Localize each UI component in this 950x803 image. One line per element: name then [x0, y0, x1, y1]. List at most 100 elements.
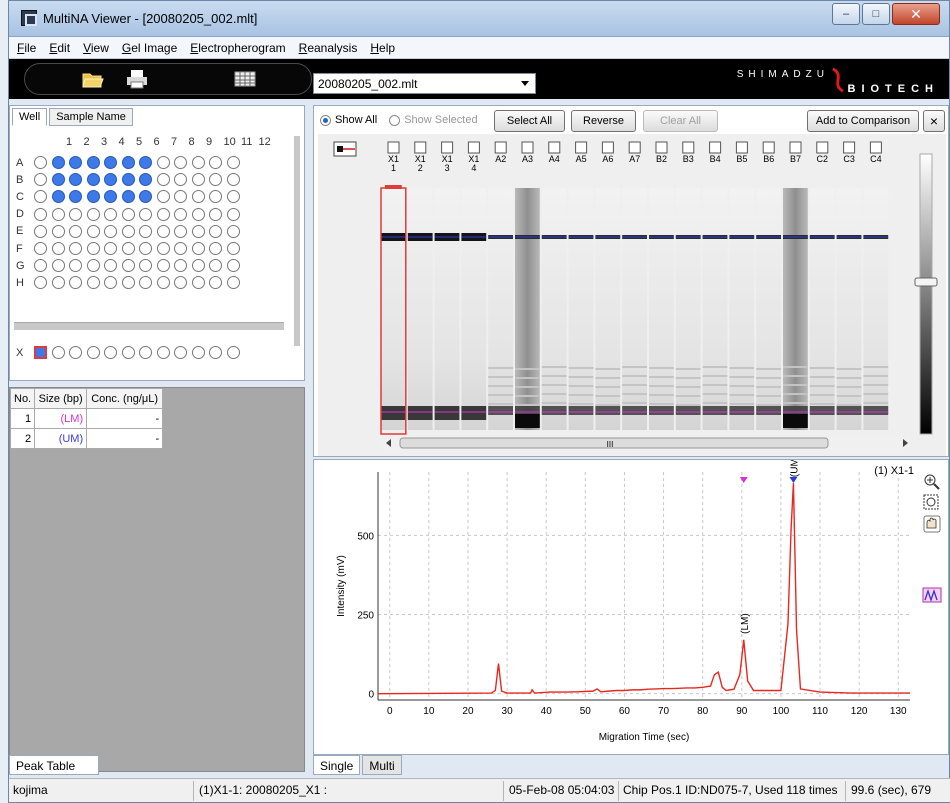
- well-h1[interactable]: [34, 276, 47, 290]
- well-e3[interactable]: [69, 224, 82, 238]
- reverse-button[interactable]: Reverse: [571, 110, 636, 132]
- well-b8[interactable]: [156, 173, 170, 187]
- well-h12[interactable]: [226, 276, 240, 290]
- well-x3[interactable]: [69, 346, 82, 359]
- well-x5[interactable]: [104, 346, 117, 359]
- close-button[interactable]: ✕: [892, 3, 940, 25]
- well-g10[interactable]: [191, 259, 205, 273]
- lane-marker-icon[interactable]: [333, 141, 357, 157]
- well-c7[interactable]: [139, 190, 152, 204]
- well-b12[interactable]: [226, 173, 240, 187]
- well-a2[interactable]: [51, 156, 65, 169]
- well-e8[interactable]: [156, 224, 170, 238]
- well-f12[interactable]: [226, 242, 240, 255]
- well-d9[interactable]: [174, 207, 187, 221]
- file-select[interactable]: 20080205_002.mlt: [313, 73, 536, 94]
- well-b6[interactable]: [121, 173, 135, 187]
- well-f5[interactable]: [104, 242, 117, 255]
- hand-pan-icon[interactable]: [923, 515, 941, 533]
- contrast-slider[interactable]: [914, 153, 938, 435]
- well-d11[interactable]: [209, 207, 222, 221]
- tab-single[interactable]: Single: [313, 755, 361, 775]
- well-e9[interactable]: [174, 224, 187, 238]
- tab-well[interactable]: Well: [12, 108, 48, 126]
- peak-col-no[interactable]: No.: [9, 388, 36, 409]
- well-e2[interactable]: [51, 224, 65, 238]
- well-a7[interactable]: [139, 156, 152, 169]
- well-g1[interactable]: [34, 259, 47, 273]
- maximize-button[interactable]: □: [862, 3, 890, 25]
- peak-col-conc[interactable]: Conc. (ng/μL): [86, 388, 164, 409]
- well-g2[interactable]: [51, 259, 65, 273]
- well-a12[interactable]: [226, 156, 240, 169]
- gel-horizontal-scrollbar[interactable]: III: [378, 436, 910, 450]
- well-h2[interactable]: [51, 276, 65, 290]
- well-g3[interactable]: [69, 259, 82, 273]
- well-e12[interactable]: [226, 224, 240, 238]
- well-h10[interactable]: [191, 276, 205, 290]
- well-a4[interactable]: [86, 156, 100, 169]
- gel-lane-a4[interactable]: A4: [541, 141, 567, 430]
- open-folder-icon[interactable]: [82, 69, 104, 89]
- well-d10[interactable]: [191, 207, 205, 221]
- tab-sample-name[interactable]: Sample Name: [49, 108, 133, 126]
- menu-help[interactable]: Help: [370, 41, 395, 55]
- well-c12[interactable]: [226, 190, 240, 204]
- well-x10[interactable]: [191, 346, 205, 359]
- well-x11[interactable]: [209, 346, 222, 359]
- well-a1[interactable]: [34, 156, 47, 169]
- well-b7[interactable]: [139, 173, 152, 187]
- gel-lane-x1-2[interactable]: X12: [407, 141, 433, 430]
- well-c11[interactable]: [209, 190, 222, 204]
- well-c10[interactable]: [191, 190, 205, 204]
- well-f9[interactable]: [174, 242, 187, 255]
- gel-lane-a7[interactable]: A7: [622, 141, 647, 430]
- well-c1[interactable]: [34, 190, 47, 204]
- gel-lane-b7[interactable]: B7: [783, 141, 808, 430]
- well-e5[interactable]: [104, 224, 117, 238]
- well-a9[interactable]: [174, 156, 187, 169]
- well-f2[interactable]: [51, 242, 65, 255]
- gel-lane-c4[interactable]: C4: [863, 141, 889, 430]
- well-e4[interactable]: [86, 224, 100, 238]
- well-c5[interactable]: [104, 190, 117, 204]
- clear-all-button[interactable]: Clear All: [643, 110, 718, 132]
- menu-electropherogram[interactable]: Electropherogram: [190, 41, 285, 55]
- tab-peak-table[interactable]: Peak Table: [9, 755, 99, 775]
- well-g8[interactable]: [156, 259, 170, 273]
- well-c8[interactable]: [156, 190, 170, 204]
- close-gel-button[interactable]: ×: [923, 110, 945, 132]
- peak-display-icon[interactable]: [922, 587, 942, 603]
- well-c2[interactable]: [51, 190, 65, 204]
- gel-lane-x1-4[interactable]: X14: [461, 141, 487, 430]
- gel-image[interactable]: X11X12X13X14A2 A3 A4 A5 A6 A7 B2 B3 B4 B5 B6 B7 C2 C3…: [318, 134, 946, 456]
- zoom-region-icon[interactable]: [923, 494, 939, 510]
- well-x2[interactable]: [51, 346, 65, 359]
- gel-lane-b2[interactable]: B2: [649, 141, 674, 430]
- well-d8[interactable]: [156, 207, 170, 221]
- well-g12[interactable]: [226, 259, 240, 273]
- menu-gel-image[interactable]: Gel Image: [122, 41, 177, 55]
- table-row[interactable]: 1 (LM) -: [9, 408, 164, 429]
- well-g11[interactable]: [209, 259, 222, 273]
- well-c6[interactable]: [121, 190, 135, 204]
- well-a8[interactable]: [156, 156, 170, 169]
- well-x1[interactable]: [34, 346, 47, 359]
- well-c9[interactable]: [174, 190, 187, 204]
- show-selected-radio[interactable]: Show Selected: [389, 114, 478, 126]
- well-h8[interactable]: [156, 276, 170, 290]
- well-c3[interactable]: [69, 190, 82, 204]
- well-g7[interactable]: [139, 259, 152, 273]
- well-d7[interactable]: [139, 207, 152, 221]
- well-d1[interactable]: [34, 207, 47, 221]
- well-f1[interactable]: [34, 242, 47, 255]
- menu-file[interactable]: File: [17, 41, 36, 55]
- well-f3[interactable]: [69, 242, 82, 255]
- plate-scrollbar[interactable]: [294, 136, 300, 346]
- gel-lane-x1-3[interactable]: X13: [434, 141, 460, 430]
- well-d4[interactable]: [86, 207, 100, 221]
- well-b4[interactable]: [86, 173, 100, 187]
- well-d12[interactable]: [226, 207, 240, 221]
- well-h11[interactable]: [209, 276, 222, 290]
- print-icon[interactable]: [126, 69, 148, 89]
